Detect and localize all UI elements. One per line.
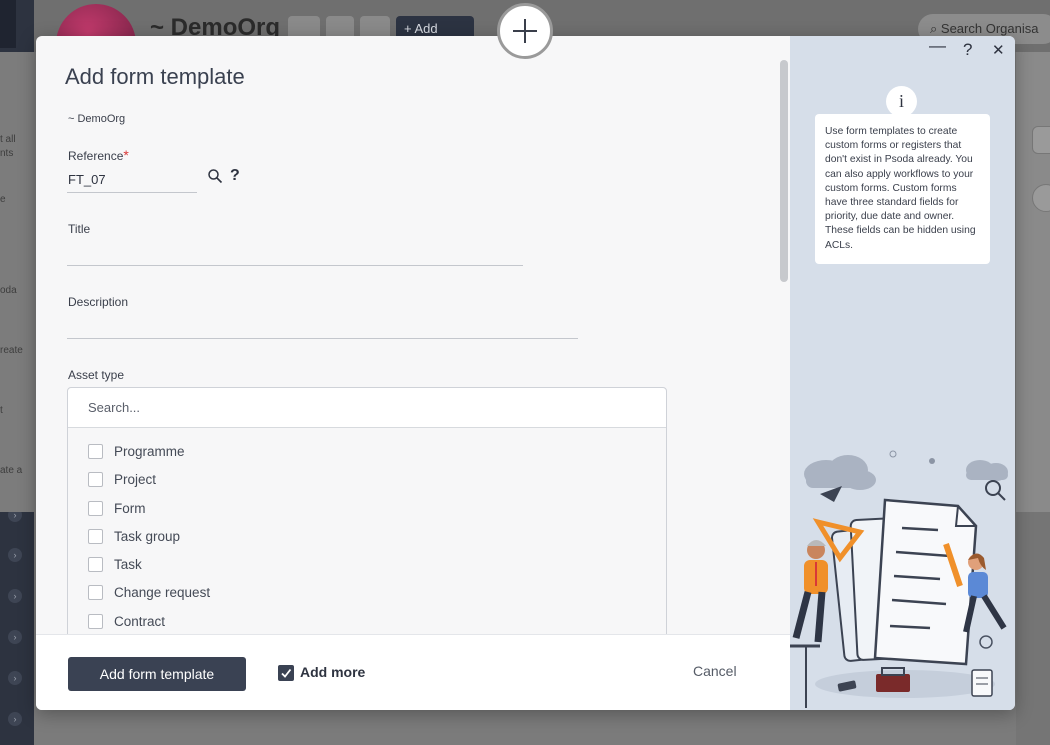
- form-panel: Add form template ~ DemoOrg Reference* F…: [36, 36, 790, 710]
- background-side-text: reate: [0, 345, 23, 356]
- reference-input[interactable]: FT_07: [68, 172, 106, 187]
- chevron-right-icon: ›: [8, 671, 22, 685]
- minimize-icon[interactable]: —: [929, 36, 946, 56]
- asset-type-option[interactable]: Task group: [68, 523, 666, 551]
- asset-type-option[interactable]: Project: [68, 466, 666, 494]
- background-side-text: ate a: [0, 465, 23, 476]
- info-icon: i: [886, 86, 917, 117]
- background-side-text: e: [0, 194, 6, 205]
- asset-type-option-label: Task: [114, 557, 142, 573]
- checkbox[interactable]: [88, 557, 103, 573]
- search-icon: ⌕: [930, 21, 941, 36]
- checkbox[interactable]: [88, 472, 103, 488]
- asset-type-option[interactable]: Change request: [68, 579, 666, 607]
- chevron-right-icon: ›: [8, 589, 22, 603]
- cancel-button[interactable]: Cancel: [693, 663, 737, 679]
- help-icon[interactable]: ?: [963, 40, 972, 60]
- title-label: Title: [68, 222, 91, 236]
- asset-type-option[interactable]: Contract: [68, 608, 666, 636]
- chevron-right-icon: ›: [8, 630, 22, 644]
- asset-type-list: Programme Project Form Task group Task C…: [68, 428, 666, 636]
- background-add-label: Add: [414, 21, 438, 36]
- add-more-label[interactable]: Add more: [300, 664, 365, 680]
- description-label: Description: [68, 295, 129, 309]
- asset-type-option[interactable]: Programme: [68, 438, 666, 466]
- search-icon[interactable]: [207, 168, 223, 184]
- chevron-right-icon: ›: [8, 712, 22, 726]
- calendar-icon: [1032, 126, 1050, 154]
- asset-type-option[interactable]: Form: [68, 495, 666, 523]
- add-more-checkbox[interactable]: [278, 665, 294, 681]
- description-input[interactable]: [67, 338, 578, 339]
- chevron-right-icon: ›: [8, 548, 22, 562]
- asset-type-search-input[interactable]: [88, 400, 588, 415]
- background-right-panel: [1016, 52, 1050, 512]
- asset-type-label: Asset type: [68, 368, 125, 382]
- asset-type-option-label: Form: [114, 500, 146, 516]
- reference-underline: [67, 192, 197, 193]
- asset-type-option-label: Change request: [114, 585, 211, 601]
- background-side-text: t all: [0, 134, 16, 145]
- dialog-title: Add form template: [65, 64, 245, 89]
- required-mark: *: [123, 147, 129, 163]
- background-lower-panel: [1016, 512, 1050, 745]
- background-search-placeholder: Search Organisa: [940, 21, 1039, 36]
- plus-icon: [513, 19, 537, 43]
- background-side-text: t: [0, 405, 3, 416]
- add-form-template-button[interactable]: Add form template: [68, 657, 246, 691]
- help-panel: — ? ✕ i Use form templates to create cus…: [790, 36, 1015, 710]
- checkbox[interactable]: [88, 528, 103, 544]
- org-label: ~ DemoOrg: [68, 113, 126, 125]
- asset-type-option-label: Contract: [114, 613, 166, 629]
- asset-type-search[interactable]: [68, 388, 666, 428]
- plus-icon: +: [404, 21, 415, 36]
- checkmark-icon: [281, 668, 292, 678]
- checkbox[interactable]: [88, 613, 103, 629]
- background-side-panel: t all nts e oda reate t ate a: [0, 52, 34, 512]
- add-form-template-dialog: Add form template ~ DemoOrg Reference* F…: [36, 36, 1015, 710]
- scrollbar-thumb[interactable]: [780, 60, 788, 282]
- documents-illustration: [790, 450, 1008, 708]
- clock-icon: [1032, 184, 1050, 212]
- title-input[interactable]: [67, 265, 523, 266]
- asset-type-option-label: Task group: [114, 528, 181, 544]
- background-side-text: nts: [0, 148, 14, 159]
- close-icon[interactable]: ✕: [992, 41, 1005, 59]
- reference-label: Reference*: [68, 147, 129, 163]
- checkbox[interactable]: [88, 444, 103, 459]
- checkbox[interactable]: [88, 585, 103, 601]
- info-text: Use form templates to create custom form…: [815, 114, 990, 264]
- reference-help-icon[interactable]: ?: [230, 167, 240, 185]
- reference-label-text: Reference: [68, 149, 124, 163]
- asset-type-option[interactable]: Task: [68, 551, 666, 579]
- dialog-footer: Add form template Add more Cancel: [36, 634, 790, 710]
- checkbox[interactable]: [88, 500, 103, 516]
- add-button[interactable]: [497, 3, 553, 59]
- background-side-text: oda: [0, 285, 17, 296]
- asset-type-option-label: Project: [114, 472, 157, 488]
- asset-type-option-label: Programme: [114, 444, 185, 459]
